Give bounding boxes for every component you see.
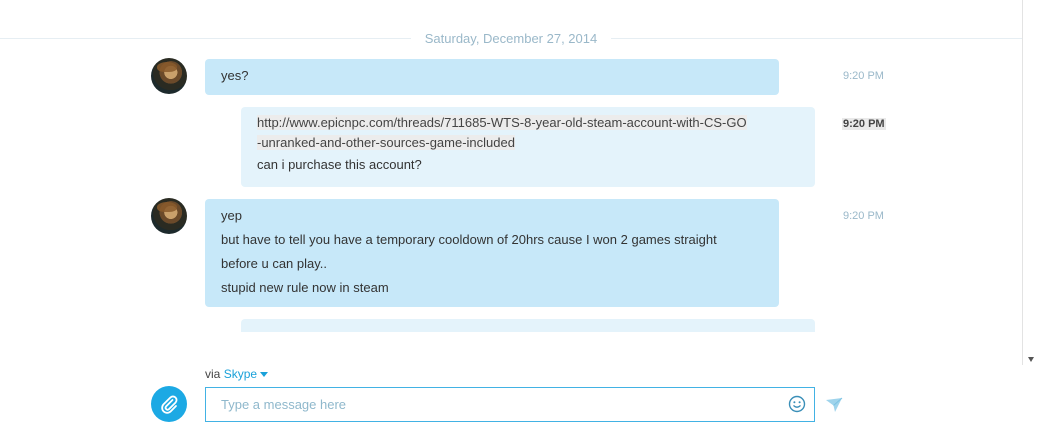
attach-file-button[interactable]: [151, 386, 187, 422]
service-name[interactable]: Skype: [224, 367, 257, 381]
message-text: yes?: [221, 68, 249, 83]
message-link[interactable]: http://www.epicnpc.com/threads/711685-WT…: [257, 113, 799, 133]
scroll-down-arrow-icon[interactable]: [1028, 357, 1034, 362]
message-timestamp: 9:20 PM: [842, 118, 886, 130]
message-timestamp: 9:20 PM: [843, 210, 884, 222]
message-timestamp: 9:20 PM: [843, 70, 884, 82]
conversation-history: Saturday, December 27, 2014 yes? 9:20 PM…: [0, 0, 1022, 332]
contact-avatar[interactable]: [151, 58, 187, 94]
via-service-selector: via Skype: [205, 367, 269, 381]
message-text: stupid new rule now in steam: [221, 280, 389, 295]
chat-scrollbar[interactable]: [1022, 0, 1038, 365]
outgoing-message-partial: [241, 319, 815, 332]
message-text: but have to tell you have a temporary co…: [221, 232, 717, 247]
paperclip-icon: [161, 395, 178, 414]
message-link-line-1[interactable]: http://www.epicnpc.com/threads/711685-WT…: [257, 115, 747, 130]
incoming-message: yep but have to tell you have a temporar…: [205, 199, 779, 307]
outgoing-message: http://www.epicnpc.com/threads/711685-WT…: [241, 107, 815, 187]
contact-avatar[interactable]: [151, 198, 187, 234]
date-divider: Saturday, December 27, 2014: [0, 31, 1022, 46]
via-label: via: [205, 367, 221, 381]
send-icon[interactable]: [825, 396, 843, 414]
chevron-down-icon[interactable]: [260, 372, 269, 378]
emoji-icon[interactable]: [788, 395, 806, 413]
date-label: Saturday, December 27, 2014: [410, 31, 612, 46]
service-dropdown[interactable]: Skype: [224, 367, 269, 381]
message-text: before u can play..: [221, 256, 327, 271]
message-link-line-2[interactable]: -unranked-and-other-sources-game-include…: [257, 135, 515, 150]
message-input[interactable]: [205, 387, 815, 422]
message-text: can i purchase this account?: [257, 157, 422, 172]
incoming-message: yes?: [205, 59, 779, 95]
message-text: yep: [221, 208, 242, 223]
